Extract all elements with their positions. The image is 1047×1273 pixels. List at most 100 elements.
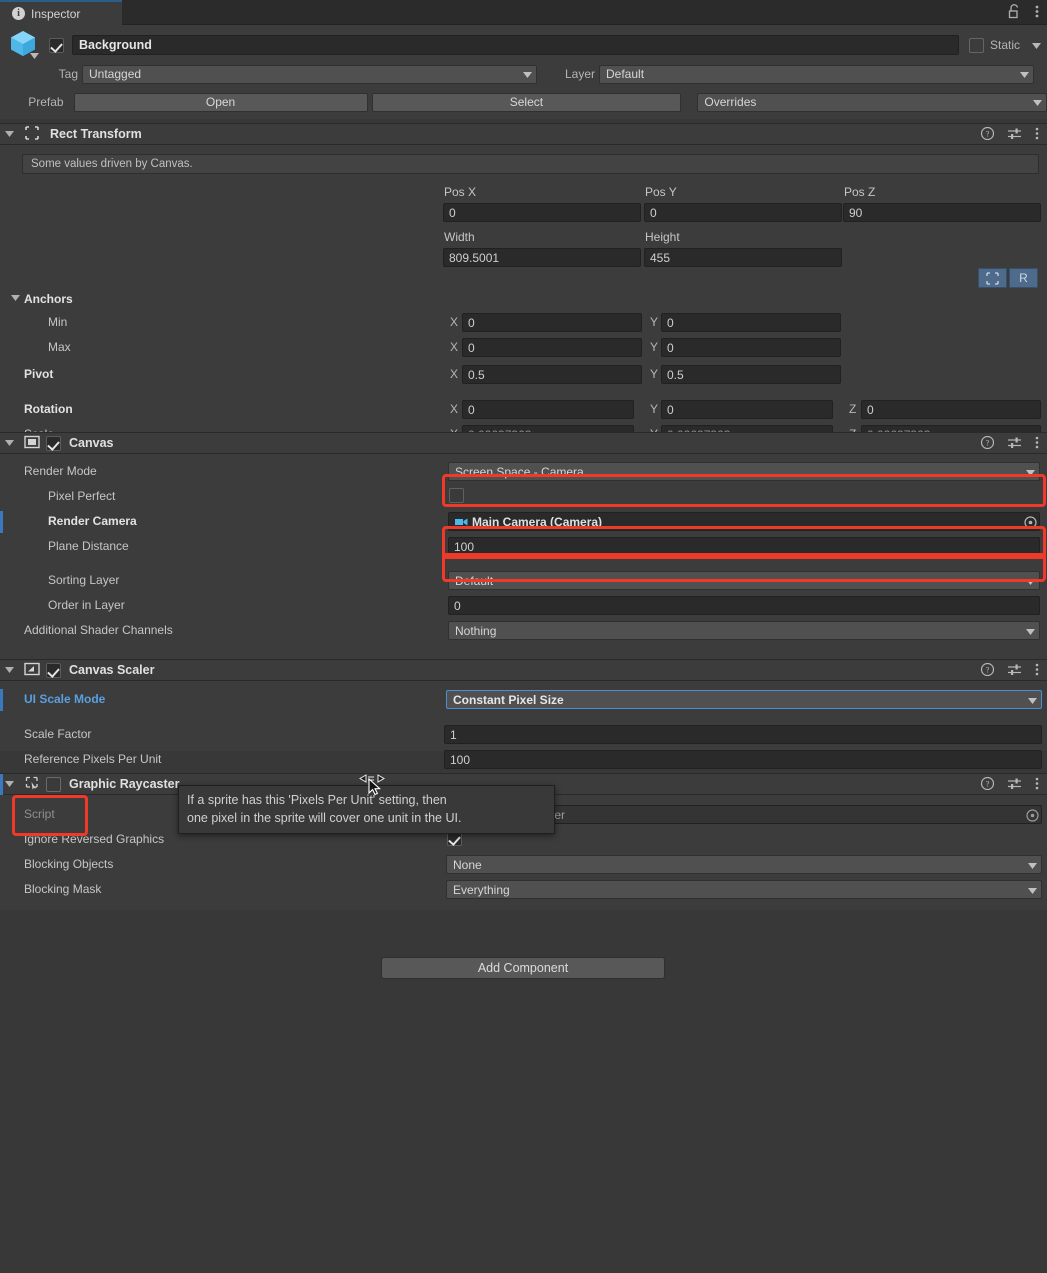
kebab-menu-icon[interactable] <box>1035 777 1039 793</box>
object-picker-icon[interactable] <box>1023 515 1037 529</box>
rotation-y-value: 0 <box>667 402 674 417</box>
pos-y-input[interactable]: 0 <box>644 203 842 222</box>
scale-factor-input[interactable]: 1 <box>444 725 1042 744</box>
pos-x-input[interactable]: 0 <box>443 203 641 222</box>
static-toggle-group[interactable]: Static <box>968 37 1041 53</box>
help-icon[interactable]: ? <box>980 126 995 143</box>
anchors-label: Anchors <box>24 292 73 306</box>
component-header-canvas-scaler[interactable]: Canvas Scaler ? <box>0 659 1047 681</box>
anchor-max-x-input[interactable]: 0 <box>462 338 642 357</box>
scale-factor-value: 1 <box>450 727 457 742</box>
pixel-perfect-label: Pixel Perfect <box>48 489 116 503</box>
help-icon[interactable]: ? <box>980 776 995 793</box>
kebab-menu-icon[interactable] <box>1035 127 1039 143</box>
blocking-mask-dropdown[interactable]: Everything <box>446 880 1042 899</box>
additional-shader-channels-label: Additional Shader Channels <box>24 623 173 637</box>
anchor-max-y-input[interactable]: 0 <box>661 338 841 357</box>
tab-inspector-label: Inspector <box>31 6 81 21</box>
pos-z-input[interactable]: 90 <box>843 203 1041 222</box>
object-active-checkbox[interactable] <box>49 37 64 53</box>
object-name-field[interactable]: Background <box>72 35 959 55</box>
prefab-cube-icon[interactable] <box>6 28 40 62</box>
rotation-y-axis: Y <box>650 402 659 416</box>
tag-label: Tag <box>58 67 78 81</box>
prefab-open-label: Open <box>205 95 236 109</box>
tab-inspector[interactable]: i Inspector <box>0 0 122 25</box>
preset-icon[interactable] <box>1008 127 1021 143</box>
blocking-mask-label: Blocking Mask <box>24 882 102 896</box>
anchor-max-x-value: 0 <box>468 340 475 355</box>
render-camera-value: Main Camera (Camera) <box>472 514 603 529</box>
blocking-objects-dropdown[interactable]: None <box>446 855 1042 874</box>
graphic-raycaster-enabled-checkbox[interactable] <box>46 776 61 792</box>
foldout-arrow-icon[interactable] <box>0 129 18 139</box>
anchor-min-y-input[interactable]: 0 <box>661 313 841 332</box>
pixel-perfect-checkbox[interactable] <box>449 488 464 503</box>
pivot-y-input[interactable]: 0.5 <box>661 365 841 384</box>
pivot-x-input[interactable]: 0.5 <box>462 365 642 384</box>
kebab-menu-icon[interactable] <box>1035 436 1039 452</box>
sorting-layer-dropdown[interactable]: Default <box>448 571 1040 590</box>
rotation-x-input[interactable]: 0 <box>462 400 634 419</box>
anchor-preset-button[interactable] <box>978 268 1007 288</box>
layer-dropdown[interactable]: Default <box>599 64 1034 84</box>
foldout-arrow-icon[interactable] <box>0 665 18 675</box>
add-component-button[interactable]: Add Component <box>381 957 665 979</box>
inspector-window: i Inspector Background Static Tag Untagg… <box>0 0 1047 1273</box>
order-in-layer-input[interactable]: 0 <box>448 596 1040 615</box>
width-label: Width <box>444 230 475 244</box>
width-input[interactable]: 809.5001 <box>443 248 641 267</box>
render-camera-objectfield[interactable]: Main Camera (Camera) <box>448 512 1040 531</box>
anchor-min-x-value: 0 <box>468 315 475 330</box>
preset-icon[interactable] <box>1008 663 1021 679</box>
canvas-enabled-checkbox[interactable] <box>46 435 61 451</box>
order-in-layer-value: 0 <box>454 598 461 613</box>
prefab-select-label: Select <box>509 95 544 109</box>
driven-by-canvas-note: Some values driven by Canvas. <box>22 154 1039 174</box>
anchor-min-x-input[interactable]: 0 <box>462 313 642 332</box>
object-picker-icon[interactable] <box>1025 808 1039 822</box>
svg-text:?: ? <box>986 779 990 789</box>
blueprint-mode-button[interactable]: R <box>1009 268 1038 288</box>
lock-open-icon[interactable] <box>1008 3 1021 22</box>
sorting-layer-label: Sorting Layer <box>48 573 120 587</box>
pivot-label: Pivot <box>24 367 54 381</box>
rotation-x-axis: X <box>450 402 459 416</box>
static-checkbox[interactable] <box>968 37 984 53</box>
component-header-rect-transform[interactable]: Rect Transform ? <box>0 123 1047 145</box>
blocking-mask-value: Everything <box>453 882 510 897</box>
blocking-objects-value: None <box>453 857 482 872</box>
plane-distance-input[interactable]: 100 <box>448 537 1040 556</box>
canvas-scaler-enabled-checkbox[interactable] <box>46 662 61 678</box>
prefab-select-button[interactable]: Select <box>371 92 682 112</box>
component-header-canvas[interactable]: Canvas ? <box>0 432 1047 454</box>
prefab-open-button[interactable]: Open <box>73 92 368 112</box>
prefab-override-bar <box>0 689 3 711</box>
rotation-z-input[interactable]: 0 <box>861 400 1041 419</box>
rotation-y-input[interactable]: 0 <box>661 400 833 419</box>
anchors-foldout-icon[interactable] <box>6 293 24 303</box>
prefab-overrides-dropdown[interactable]: Overrides <box>697 92 1047 112</box>
additional-shader-channels-dropdown[interactable]: Nothing <box>448 621 1040 640</box>
pivot-y-value: 0.5 <box>667 367 684 382</box>
pivot-x-axis: X <box>450 367 459 381</box>
kebab-menu-icon[interactable] <box>1035 4 1039 22</box>
reference-ppu-input[interactable]: 100 <box>444 750 1042 769</box>
prefab-override-bar <box>0 511 3 533</box>
render-mode-dropdown[interactable]: Screen Space - Camera <box>448 462 1040 481</box>
static-dropdown-caret-icon[interactable] <box>1032 38 1041 52</box>
preset-icon[interactable] <box>1008 436 1021 452</box>
height-input[interactable]: 455 <box>644 248 842 267</box>
tag-dropdown[interactable]: Untagged <box>82 64 537 84</box>
info-icon: i <box>12 7 25 20</box>
kebab-menu-icon[interactable] <box>1035 663 1039 679</box>
preset-icon[interactable] <box>1008 777 1021 793</box>
rotation-x-value: 0 <box>468 402 475 417</box>
rect-transform-icon <box>24 125 40 144</box>
help-icon[interactable]: ? <box>980 662 995 679</box>
foldout-arrow-icon[interactable] <box>0 438 18 448</box>
anchor-min-x-axis: X <box>450 315 459 329</box>
help-icon[interactable]: ? <box>980 435 995 452</box>
anchor-max-y-value: 0 <box>667 340 674 355</box>
ui-scale-mode-dropdown[interactable]: Constant Pixel Size <box>446 690 1042 709</box>
